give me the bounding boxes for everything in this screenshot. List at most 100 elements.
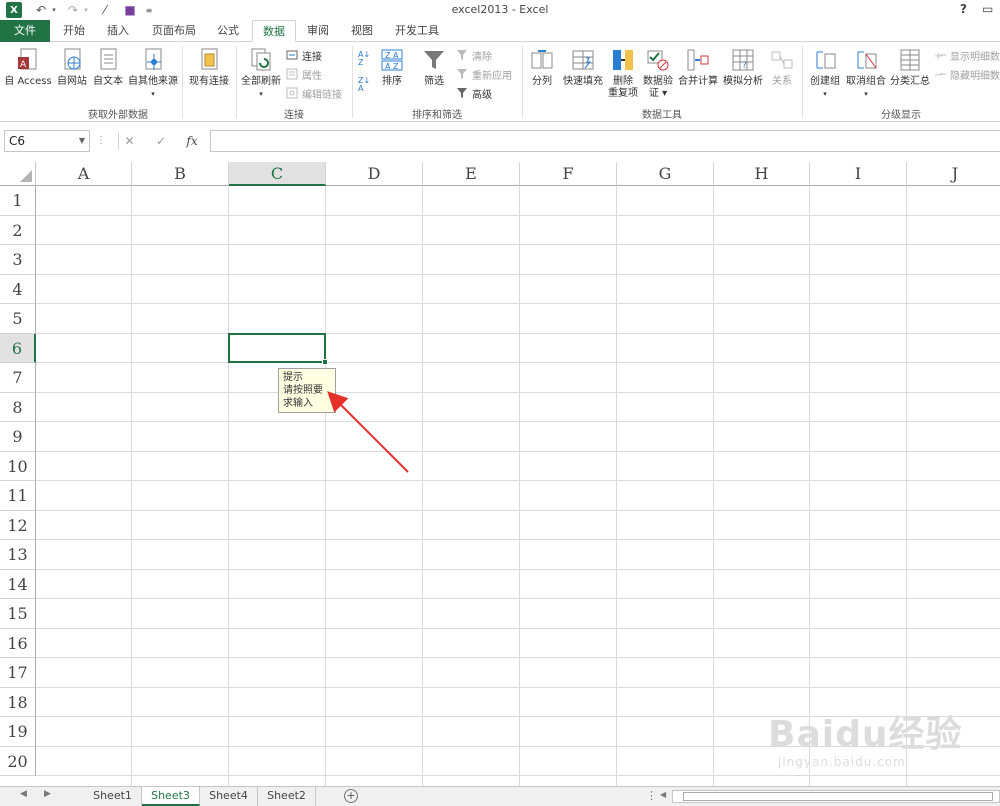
edit-links-button[interactable]: 编辑链接 <box>286 84 342 102</box>
column-header-e[interactable]: E <box>423 162 520 186</box>
row-header-13[interactable]: 13 <box>0 540 36 570</box>
enter-icon[interactable]: ✓ <box>150 132 172 150</box>
row-header-11[interactable]: 11 <box>0 481 36 511</box>
row-gridline <box>36 244 1000 245</box>
row-gridline <box>36 273 1000 275</box>
row-header-20[interactable]: 20 <box>0 746 36 776</box>
sheet-tab-sheet1[interactable]: Sheet1 <box>84 787 142 806</box>
subtotal-button[interactable]: 分类汇总 <box>888 46 932 102</box>
column-header-d[interactable]: D <box>326 162 423 186</box>
column-header-h[interactable]: H <box>714 162 810 186</box>
text-to-columns-button[interactable]: 分列 <box>526 46 558 102</box>
group-label-connections: 连接 <box>284 110 304 121</box>
sort-descending-button[interactable]: Z↓ A <box>358 76 370 94</box>
formula-bar-resize-icon[interactable]: ⋮ <box>96 132 106 150</box>
properties-button[interactable]: 属性 <box>286 65 322 83</box>
reapply-button[interactable]: 重新应用 <box>456 65 512 83</box>
scroll-left-icon[interactable]: ◀ <box>660 790 666 799</box>
selected-cell[interactable] <box>228 332 326 363</box>
add-sheet-icon[interactable]: + <box>344 789 358 803</box>
row-header-2[interactable]: 2 <box>0 215 36 245</box>
row-header-16[interactable]: 16 <box>0 628 36 658</box>
flash-fill-button[interactable]: 快速填充 <box>560 46 606 102</box>
connections-label: 连接 <box>302 51 322 63</box>
prev-sheet-icon[interactable]: ◀ <box>20 789 27 799</box>
row-header-9[interactable]: 9 <box>0 422 36 452</box>
row-gridline <box>36 509 1000 511</box>
insert-function-button[interactable]: fx <box>180 132 204 150</box>
tab-formulas[interactable]: 公式 <box>210 20 246 42</box>
row-header-14[interactable]: 14 <box>0 569 36 599</box>
ungroup-button[interactable]: 取消组合 ▾ <box>844 46 888 102</box>
row-header-8[interactable]: 8 <box>0 392 36 422</box>
what-if-analysis-button[interactable]: ? 模拟分析 <box>720 46 766 102</box>
from-web-button[interactable]: 自网站 <box>54 46 90 102</box>
sheet-tab-sheet3[interactable]: Sheet3 <box>142 787 200 806</box>
hide-detail-label: 隐藏明细数 <box>950 70 1000 82</box>
column-header-c[interactable]: C <box>229 162 326 186</box>
cancel-icon[interactable]: ✕ <box>118 132 140 150</box>
row-header-6[interactable]: 6 <box>0 333 36 363</box>
select-all-button[interactable] <box>0 162 36 186</box>
row-header-12[interactable]: 12 <box>0 510 36 540</box>
watermark-url: jingyan.baidu.com <box>778 755 906 769</box>
column-header-g[interactable]: G <box>617 162 714 186</box>
hide-detail-button[interactable]: − 隐藏明细数 <box>934 65 1000 83</box>
tab-file[interactable]: 文件 <box>0 20 50 42</box>
advanced-filter-button[interactable]: 高级 <box>456 84 492 102</box>
sort-button[interactable]: Z A A Z 排序 <box>376 46 408 102</box>
column-header-f[interactable]: F <box>520 162 617 186</box>
name-box[interactable]: C6 ▼ <box>4 130 90 152</box>
sheet-tab-sheet2[interactable]: Sheet2 <box>258 787 316 806</box>
remove-duplicates-button[interactable]: 删除 重复项 <box>606 46 640 102</box>
tab-data[interactable]: 数据 <box>252 20 296 42</box>
tab-review[interactable]: 审阅 <box>300 20 336 42</box>
clear-filter-button[interactable]: 清除 <box>456 46 492 64</box>
row-header-18[interactable]: 18 <box>0 687 36 717</box>
annotation-arrow <box>327 391 409 473</box>
existing-connections-button[interactable]: 现有连接 <box>186 46 232 102</box>
from-text-button[interactable]: 自文本 <box>90 46 126 102</box>
help-icon[interactable]: ? <box>960 2 967 16</box>
row-header-7[interactable]: 7 <box>0 363 36 393</box>
relationships-button[interactable]: 关系 <box>766 46 798 102</box>
name-box-dropdown-icon[interactable]: ▼ <box>79 131 85 151</box>
tab-page-layout[interactable]: 页面布局 <box>144 20 204 42</box>
row-header-3[interactable]: 3 <box>0 245 36 275</box>
show-detail-button[interactable]: + 显示明细数 <box>934 46 1000 64</box>
horizontal-scrollbar[interactable] <box>672 790 1000 803</box>
row-header-15[interactable]: 15 <box>0 599 36 629</box>
horizontal-scroll-thumb[interactable] <box>683 792 993 801</box>
row-header-10[interactable]: 10 <box>0 451 36 481</box>
fill-handle[interactable] <box>322 359 328 365</box>
column-header-i[interactable]: I <box>810 162 907 186</box>
column-header-b[interactable]: B <box>132 162 229 186</box>
connections-button[interactable]: 连接 <box>286 46 322 64</box>
tab-developer[interactable]: 开发工具 <box>388 20 446 42</box>
remove-duplicates-icon <box>611 48 635 72</box>
filter-button[interactable]: 筛选 <box>418 46 450 102</box>
tab-insert[interactable]: 插入 <box>100 20 136 42</box>
sort-ascending-button[interactable]: A↓ Z <box>358 50 370 68</box>
next-sheet-icon[interactable]: ▶ <box>44 789 51 799</box>
column-header-j[interactable]: J <box>907 162 1000 186</box>
row-header-19[interactable]: 19 <box>0 717 36 747</box>
group-button[interactable]: 创建组 ▾ <box>806 46 844 102</box>
formula-input[interactable] <box>210 130 1000 152</box>
tab-home[interactable]: 开始 <box>56 20 92 42</box>
refresh-all-button[interactable]: 全部刷新 ▾ <box>238 46 284 102</box>
from-access-button[interactable]: A 自 Access <box>4 46 52 102</box>
excel-window: X ↶ ▾ ↷ ▾ ⁄ ■ ≡ excel2013 - Excel ? ▭ 文件… <box>0 0 1000 806</box>
from-other-sources-button[interactable]: 自其他来源 ▾ <box>126 46 180 102</box>
column-header-a[interactable]: A <box>36 162 132 186</box>
row-header-5[interactable]: 5 <box>0 304 36 334</box>
data-validation-button[interactable]: 数据验证 ▾ <box>640 46 676 102</box>
consolidate-button[interactable]: 合并计算 <box>676 46 720 102</box>
row-header-1[interactable]: 1 <box>0 186 36 216</box>
ribbon-display-icon[interactable]: ▭ <box>982 2 993 16</box>
row-header-4[interactable]: 4 <box>0 274 36 304</box>
tab-view[interactable]: 视图 <box>344 20 380 42</box>
row-header-17[interactable]: 17 <box>0 658 36 688</box>
tab-split-handle-icon[interactable]: ⋮ <box>646 789 657 802</box>
sheet-tab-sheet4[interactable]: Sheet4 <box>200 787 258 806</box>
